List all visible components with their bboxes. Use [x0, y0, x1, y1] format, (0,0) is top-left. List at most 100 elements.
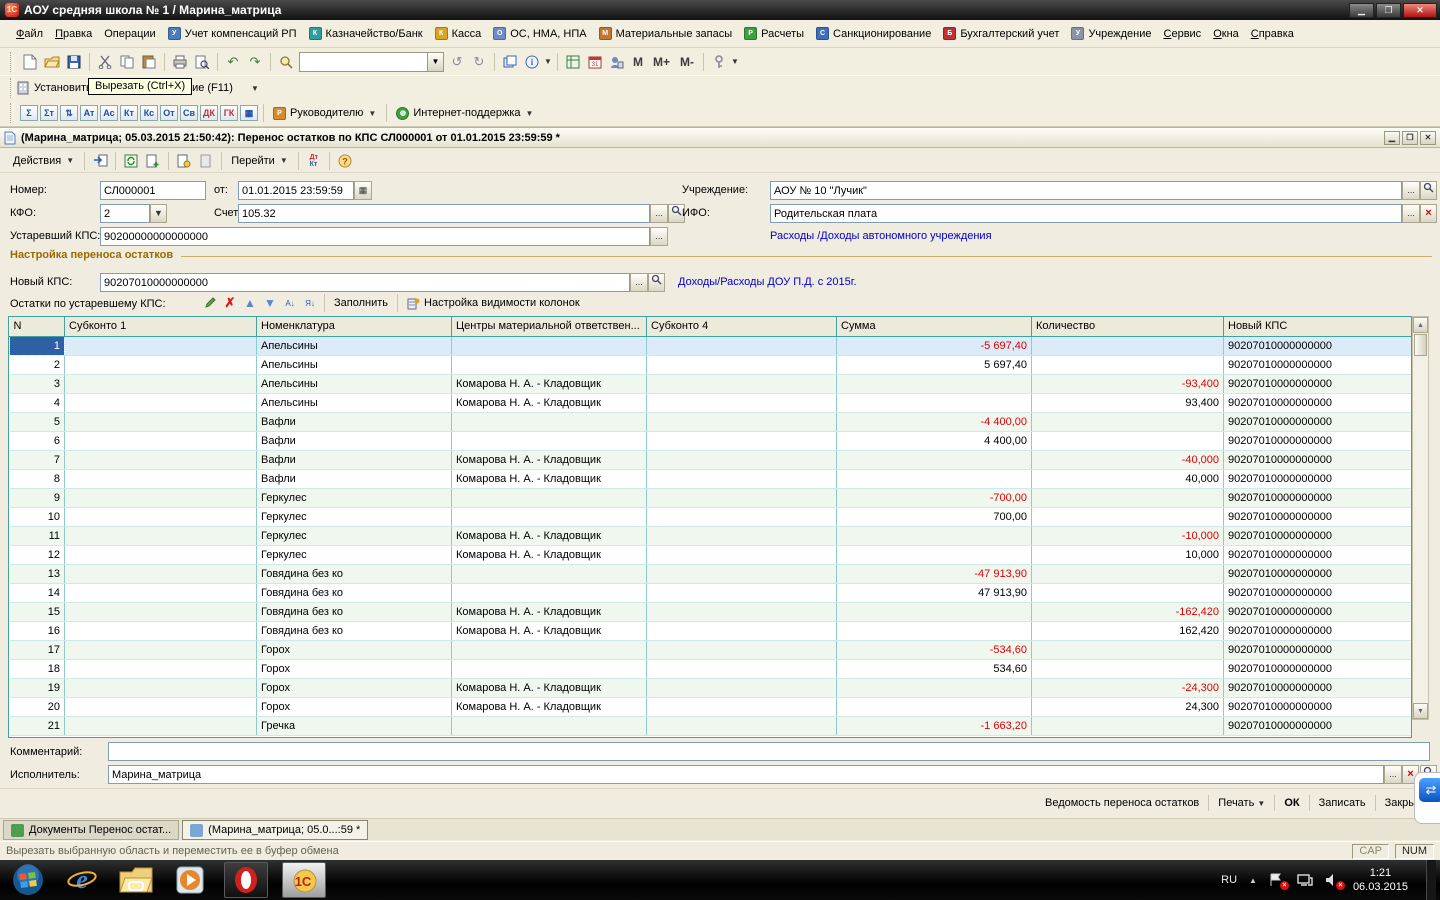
set-institution-label-prefix[interactable]: Установить	[34, 82, 92, 94]
new-doc-icon[interactable]	[19, 51, 41, 73]
cell-sub4[interactable]	[647, 507, 837, 526]
cell-sub4[interactable]	[647, 336, 837, 355]
cell-qty[interactable]	[1032, 716, 1224, 735]
cell-center[interactable]: Комарова Н. А. - Кладовщик	[452, 697, 647, 716]
cell-sum[interactable]	[837, 678, 1032, 697]
cell-qty[interactable]	[1032, 412, 1224, 431]
cell-n[interactable]: 16	[10, 621, 65, 640]
kfo-dropdown-icon[interactable]: ▼	[150, 204, 167, 223]
cell-sum[interactable]: -47 913,90	[837, 564, 1032, 583]
cell-nom[interactable]: Говядина без ко	[257, 583, 452, 602]
settings-dropdown-icon[interactable]: ▼	[730, 57, 740, 66]
cell-nom[interactable]: Горох	[257, 659, 452, 678]
cell-kps[interactable]: 90207010000000000	[1224, 564, 1413, 583]
cell-sub1[interactable]	[65, 412, 257, 431]
subconto-card-icon[interactable]: Кс	[140, 105, 158, 121]
cell-sub1[interactable]	[65, 697, 257, 716]
cell-kps[interactable]: 90207010000000000	[1224, 336, 1413, 355]
table-row[interactable]: 18Горох534,6090207010000000000	[10, 659, 1413, 678]
cell-sum[interactable]: -700,00	[837, 488, 1032, 507]
executor-input[interactable]	[108, 765, 1384, 784]
cell-center[interactable]	[452, 431, 647, 450]
cell-nom[interactable]: Апельсины	[257, 336, 452, 355]
cell-qty[interactable]	[1032, 336, 1224, 355]
cell-sub1[interactable]	[65, 545, 257, 564]
account-turnover-icon[interactable]: От	[160, 105, 178, 121]
ifo-clear-icon[interactable]: ×	[1420, 204, 1437, 223]
comment-input[interactable]	[108, 742, 1430, 761]
menu-item-file[interactable]: Файл	[10, 24, 49, 44]
cut-icon[interactable]	[94, 51, 116, 73]
table-row[interactable]: 4АпельсиныКомарова Н. А. - Кладовщик93,4…	[10, 393, 1413, 412]
cell-sub1[interactable]	[65, 659, 257, 678]
cell-n[interactable]: 11	[10, 526, 65, 545]
menu-item-cash[interactable]: ККасса	[429, 23, 488, 44]
table-row[interactable]: 7ВафлиКомарова Н. А. - Кладовщик-40,0009…	[10, 450, 1413, 469]
table-row[interactable]: 15Говядина без коКомарова Н. А. - Кладов…	[10, 602, 1413, 621]
cell-sub1[interactable]	[65, 507, 257, 526]
cell-kps[interactable]: 90207010000000000	[1224, 678, 1413, 697]
ie-icon[interactable]: e	[62, 861, 102, 899]
cell-center[interactable]: Комарова Н. А. - Кладовщик	[452, 526, 647, 545]
copy-doc-icon[interactable]	[142, 150, 164, 172]
institution-open-icon[interactable]	[1420, 181, 1437, 200]
cell-n[interactable]: 21	[10, 716, 65, 735]
cell-center[interactable]: Комарова Н. А. - Кладовщик	[452, 374, 647, 393]
manager-dropdown-icon[interactable]: ▼	[367, 109, 377, 118]
internet-support-button[interactable]: ◍ Интернет-поддержка ▼	[391, 105, 539, 122]
undo-icon[interactable]: ↶	[222, 51, 244, 73]
cell-center[interactable]	[452, 336, 647, 355]
institution-select-button[interactable]: ...	[1402, 181, 1420, 200]
cell-sub4[interactable]	[647, 488, 837, 507]
table-row[interactable]: 2Апельсины5 697,4090207010000000000	[10, 355, 1413, 374]
cell-qty[interactable]: 10,000	[1032, 545, 1224, 564]
cell-n[interactable]: 7	[10, 450, 65, 469]
ifo-select-button[interactable]: ...	[1402, 204, 1420, 223]
media-player-icon[interactable]	[170, 861, 210, 899]
cell-sub1[interactable]	[65, 716, 257, 735]
old-kps-input[interactable]	[100, 227, 650, 246]
cell-qty[interactable]: 40,000	[1032, 469, 1224, 488]
cell-kps[interactable]: 90207010000000000	[1224, 716, 1413, 735]
cell-nom[interactable]: Вафли	[257, 412, 452, 431]
doc-titlebar[interactable]: (Марина_матрица; 05.03.2015 21:50:42): П…	[0, 127, 1440, 148]
cell-nom[interactable]: Вафли	[257, 431, 452, 450]
cell-n[interactable]: 12	[10, 545, 65, 564]
cell-sum[interactable]: 534,60	[837, 659, 1032, 678]
table-row[interactable]: 3АпельсиныКомарова Н. А. - Кладовщик-93,…	[10, 374, 1413, 393]
goto-button[interactable]: Перейти▼	[226, 153, 294, 169]
cell-n[interactable]: 10	[10, 507, 65, 526]
cell-sub1[interactable]	[65, 602, 257, 621]
cell-sub4[interactable]	[647, 355, 837, 374]
cell-n[interactable]: 15	[10, 602, 65, 621]
cell-sub4[interactable]	[647, 374, 837, 393]
cell-kps[interactable]: 90207010000000000	[1224, 431, 1413, 450]
col-n[interactable]: N	[10, 317, 65, 336]
table-row[interactable]: 20ГорохКомарова Н. А. - Кладовщик24,3009…	[10, 697, 1413, 716]
cell-sub1[interactable]	[65, 355, 257, 374]
table-row[interactable]: 9Геркулес-700,0090207010000000000	[10, 488, 1413, 507]
calendar-icon[interactable]: 31	[584, 51, 606, 73]
postings-report-icon[interactable]: ДК	[200, 105, 218, 121]
cell-sub1[interactable]	[65, 393, 257, 412]
cell-kps[interactable]: 90207010000000000	[1224, 469, 1413, 488]
menu-item-accounting[interactable]: ББухгалтерский учет	[937, 23, 1065, 44]
menu-item-windows[interactable]: Окна	[1207, 24, 1245, 44]
help-icon[interactable]: ?	[334, 150, 356, 172]
cell-kps[interactable]: 90207010000000000	[1224, 621, 1413, 640]
save-icon[interactable]	[63, 51, 85, 73]
cell-sum[interactable]: -5 697,40	[837, 336, 1032, 355]
memory-minus-button[interactable]: M-	[675, 55, 699, 69]
cell-sum[interactable]: 47 913,90	[837, 583, 1032, 602]
cell-sub1[interactable]	[65, 678, 257, 697]
cell-n[interactable]: 8	[10, 469, 65, 488]
old-kps-select-button[interactable]: ...	[650, 227, 668, 246]
set-institution-label-suffix[interactable]: ние (F11)	[186, 82, 233, 94]
cell-sum[interactable]	[837, 469, 1032, 488]
cell-sub4[interactable]	[647, 526, 837, 545]
turnover-report-icon[interactable]: ⇅	[60, 105, 78, 121]
date-input[interactable]	[238, 181, 354, 200]
move-up-icon[interactable]: ▲	[240, 294, 260, 312]
tray-clock[interactable]: 1:21 06.03.2015	[1353, 866, 1414, 894]
cell-sub1[interactable]	[65, 469, 257, 488]
